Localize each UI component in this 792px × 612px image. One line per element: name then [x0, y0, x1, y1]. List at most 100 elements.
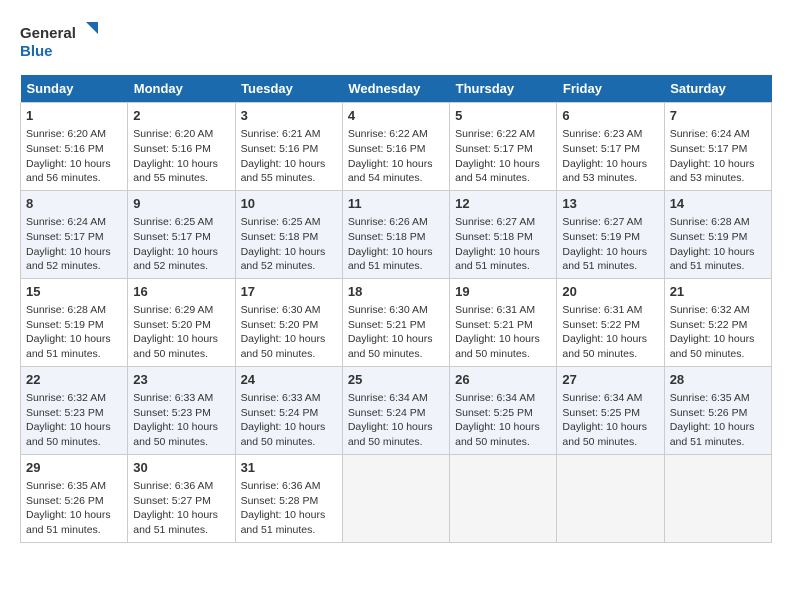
calendar-header-thursday: Thursday: [450, 75, 557, 103]
calendar-cell: 13 Sunrise: 6:27 AM Sunset: 5:19 PM Dayl…: [557, 190, 664, 278]
day-number: 18: [348, 283, 444, 301]
calendar-cell: 14 Sunrise: 6:28 AM Sunset: 5:19 PM Dayl…: [664, 190, 771, 278]
sunset-text: Sunset: 5:16 PM: [26, 143, 104, 155]
sunrise-text: Sunrise: 6:34 AM: [455, 392, 535, 404]
daylight-text: Daylight: 10 hours and 52 minutes.: [133, 246, 218, 273]
day-number: 13: [562, 195, 658, 213]
sunset-text: Sunset: 5:24 PM: [348, 407, 426, 419]
day-number: 28: [670, 371, 766, 389]
sunset-text: Sunset: 5:17 PM: [455, 143, 533, 155]
sunrise-text: Sunrise: 6:26 AM: [348, 216, 428, 228]
daylight-text: Daylight: 10 hours and 50 minutes.: [670, 333, 755, 360]
daylight-text: Daylight: 10 hours and 50 minutes.: [348, 333, 433, 360]
sunrise-text: Sunrise: 6:28 AM: [26, 304, 106, 316]
daylight-text: Daylight: 10 hours and 51 minutes.: [26, 509, 111, 536]
calendar-week-4: 22 Sunrise: 6:32 AM Sunset: 5:23 PM Dayl…: [21, 366, 772, 454]
calendar-cell: 12 Sunrise: 6:27 AM Sunset: 5:18 PM Dayl…: [450, 190, 557, 278]
daylight-text: Daylight: 10 hours and 52 minutes.: [241, 246, 326, 273]
daylight-text: Daylight: 10 hours and 50 minutes.: [348, 421, 433, 448]
calendar-cell: 29 Sunrise: 6:35 AM Sunset: 5:26 PM Dayl…: [21, 454, 128, 542]
sunrise-text: Sunrise: 6:31 AM: [562, 304, 642, 316]
sunset-text: Sunset: 5:16 PM: [241, 143, 319, 155]
calendar-cell: 5 Sunrise: 6:22 AM Sunset: 5:17 PM Dayli…: [450, 103, 557, 191]
day-number: 20: [562, 283, 658, 301]
sunrise-text: Sunrise: 6:32 AM: [26, 392, 106, 404]
calendar-cell: 20 Sunrise: 6:31 AM Sunset: 5:22 PM Dayl…: [557, 278, 664, 366]
calendar-cell: 4 Sunrise: 6:22 AM Sunset: 5:16 PM Dayli…: [342, 103, 449, 191]
daylight-text: Daylight: 10 hours and 51 minutes.: [670, 246, 755, 273]
daylight-text: Daylight: 10 hours and 50 minutes.: [455, 421, 540, 448]
day-number: 21: [670, 283, 766, 301]
calendar-cell: 25 Sunrise: 6:34 AM Sunset: 5:24 PM Dayl…: [342, 366, 449, 454]
calendar-cell: 16 Sunrise: 6:29 AM Sunset: 5:20 PM Dayl…: [128, 278, 235, 366]
calendar-cell: 30 Sunrise: 6:36 AM Sunset: 5:27 PM Dayl…: [128, 454, 235, 542]
sunset-text: Sunset: 5:23 PM: [133, 407, 211, 419]
calendar-cell: 19 Sunrise: 6:31 AM Sunset: 5:21 PM Dayl…: [450, 278, 557, 366]
sunrise-text: Sunrise: 6:33 AM: [133, 392, 213, 404]
calendar-cell: [557, 454, 664, 542]
sunset-text: Sunset: 5:22 PM: [670, 319, 748, 331]
daylight-text: Daylight: 10 hours and 50 minutes.: [562, 333, 647, 360]
day-number: 8: [26, 195, 122, 213]
sunset-text: Sunset: 5:16 PM: [133, 143, 211, 155]
sunrise-text: Sunrise: 6:27 AM: [562, 216, 642, 228]
sunset-text: Sunset: 5:28 PM: [241, 495, 319, 507]
sunrise-text: Sunrise: 6:28 AM: [670, 216, 750, 228]
day-number: 23: [133, 371, 229, 389]
sunrise-text: Sunrise: 6:36 AM: [241, 480, 321, 492]
calendar-header-friday: Friday: [557, 75, 664, 103]
day-number: 2: [133, 107, 229, 125]
daylight-text: Daylight: 10 hours and 51 minutes.: [348, 246, 433, 273]
svg-text:Blue: Blue: [20, 43, 53, 60]
sunrise-text: Sunrise: 6:23 AM: [562, 128, 642, 140]
daylight-text: Daylight: 10 hours and 56 minutes.: [26, 158, 111, 185]
daylight-text: Daylight: 10 hours and 55 minutes.: [133, 158, 218, 185]
sunset-text: Sunset: 5:27 PM: [133, 495, 211, 507]
sunrise-text: Sunrise: 6:35 AM: [670, 392, 750, 404]
daylight-text: Daylight: 10 hours and 55 minutes.: [241, 158, 326, 185]
sunset-text: Sunset: 5:16 PM: [348, 143, 426, 155]
sunrise-text: Sunrise: 6:30 AM: [348, 304, 428, 316]
sunset-text: Sunset: 5:25 PM: [455, 407, 533, 419]
sunrise-text: Sunrise: 6:32 AM: [670, 304, 750, 316]
calendar-cell: 8 Sunrise: 6:24 AM Sunset: 5:17 PM Dayli…: [21, 190, 128, 278]
daylight-text: Daylight: 10 hours and 52 minutes.: [26, 246, 111, 273]
sunrise-text: Sunrise: 6:35 AM: [26, 480, 106, 492]
calendar-cell: 27 Sunrise: 6:34 AM Sunset: 5:25 PM Dayl…: [557, 366, 664, 454]
sunset-text: Sunset: 5:20 PM: [133, 319, 211, 331]
calendar-cell: 3 Sunrise: 6:21 AM Sunset: 5:16 PM Dayli…: [235, 103, 342, 191]
calendar-cell: 22 Sunrise: 6:32 AM Sunset: 5:23 PM Dayl…: [21, 366, 128, 454]
sunrise-text: Sunrise: 6:25 AM: [133, 216, 213, 228]
calendar-table: SundayMondayTuesdayWednesdayThursdayFrid…: [20, 75, 772, 543]
sunset-text: Sunset: 5:26 PM: [670, 407, 748, 419]
calendar-cell: 11 Sunrise: 6:26 AM Sunset: 5:18 PM Dayl…: [342, 190, 449, 278]
sunset-text: Sunset: 5:17 PM: [670, 143, 748, 155]
calendar-week-1: 1 Sunrise: 6:20 AM Sunset: 5:16 PM Dayli…: [21, 103, 772, 191]
sunset-text: Sunset: 5:18 PM: [241, 231, 319, 243]
sunset-text: Sunset: 5:18 PM: [348, 231, 426, 243]
day-number: 7: [670, 107, 766, 125]
sunset-text: Sunset: 5:20 PM: [241, 319, 319, 331]
day-number: 25: [348, 371, 444, 389]
day-number: 19: [455, 283, 551, 301]
calendar-header-monday: Monday: [128, 75, 235, 103]
sunset-text: Sunset: 5:19 PM: [562, 231, 640, 243]
sunrise-text: Sunrise: 6:36 AM: [133, 480, 213, 492]
daylight-text: Daylight: 10 hours and 53 minutes.: [562, 158, 647, 185]
calendar-header-tuesday: Tuesday: [235, 75, 342, 103]
sunrise-text: Sunrise: 6:24 AM: [670, 128, 750, 140]
sunrise-text: Sunrise: 6:34 AM: [348, 392, 428, 404]
calendar-week-2: 8 Sunrise: 6:24 AM Sunset: 5:17 PM Dayli…: [21, 190, 772, 278]
calendar-cell: 24 Sunrise: 6:33 AM Sunset: 5:24 PM Dayl…: [235, 366, 342, 454]
calendar-cell: 28 Sunrise: 6:35 AM Sunset: 5:26 PM Dayl…: [664, 366, 771, 454]
sunset-text: Sunset: 5:19 PM: [670, 231, 748, 243]
calendar-header-sunday: Sunday: [21, 75, 128, 103]
daylight-text: Daylight: 10 hours and 50 minutes.: [455, 333, 540, 360]
daylight-text: Daylight: 10 hours and 51 minutes.: [562, 246, 647, 273]
sunset-text: Sunset: 5:24 PM: [241, 407, 319, 419]
day-number: 31: [241, 459, 337, 477]
daylight-text: Daylight: 10 hours and 51 minutes.: [241, 509, 326, 536]
day-number: 5: [455, 107, 551, 125]
day-number: 3: [241, 107, 337, 125]
day-number: 22: [26, 371, 122, 389]
